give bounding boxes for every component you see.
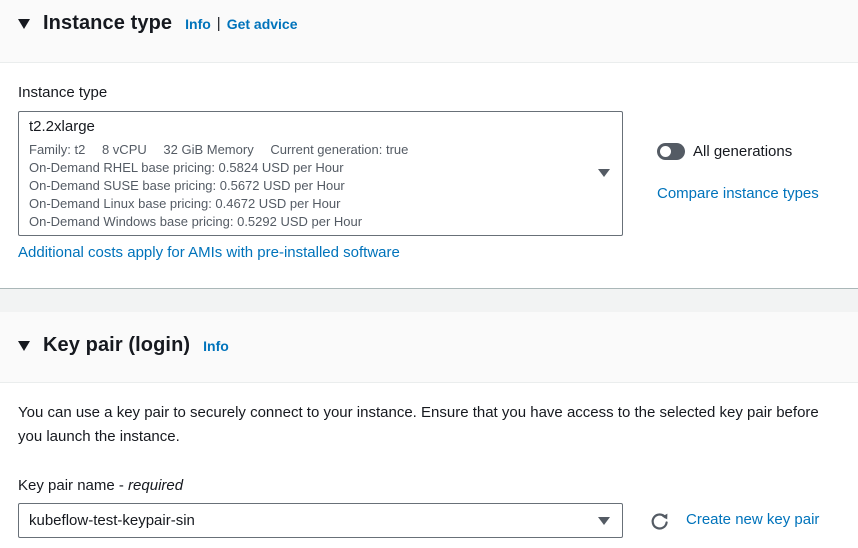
- instance-type-label: Instance type: [18, 84, 108, 101]
- pricing-linux: On-Demand Linux base pricing: 0.4672 USD…: [29, 196, 341, 211]
- additional-costs-link[interactable]: Additional costs apply for AMIs with pre…: [18, 244, 400, 261]
- triangle-down-icon[interactable]: [598, 517, 610, 525]
- key-pair-description: You can use a key pair to securely conne…: [18, 404, 819, 445]
- instance-type-value: t2.2xlarge: [29, 118, 95, 135]
- vcpu: 8 vCPU: [101, 142, 147, 157]
- separator: |: [216, 15, 221, 32]
- key-pair-label-text: Key pair name -: [18, 477, 129, 494]
- section-title-instance-type[interactable]: Instance type: [43, 12, 172, 35]
- caret-down-icon[interactable]: [18, 18, 30, 29]
- pricing-suse: On-Demand SUSE base pricing: 0.5672 USD …: [29, 178, 345, 193]
- required-label: required: [128, 477, 184, 494]
- create-key-pair-link[interactable]: Create new key pair: [686, 511, 819, 528]
- memory: 32 GiB Memory: [163, 142, 254, 157]
- caret-down-icon[interactable]: [18, 340, 30, 351]
- toggle-knob: [660, 146, 671, 157]
- section-gap: [0, 289, 858, 312]
- triangle-down-icon[interactable]: [598, 169, 610, 177]
- generation: Current generation: true: [270, 142, 409, 157]
- info-link[interactable]: Info: [185, 16, 211, 32]
- instance-type-header-row: Instance type Info | Get advice: [18, 12, 298, 35]
- key-pair-value: kubeflow-test-keypair-sin: [29, 512, 195, 529]
- instance-type-specs: Family: t2 8 vCPU 32 GiB Memory Current …: [29, 142, 408, 157]
- family: Family: t2: [29, 142, 86, 157]
- instance-type-select[interactable]: t2.2xlarge Family: t2 8 vCPU 32 GiB Memo…: [18, 111, 623, 236]
- all-generations-label: All generations: [693, 143, 793, 160]
- all-generations-toggle[interactable]: [657, 143, 685, 160]
- key-pair-name-label: Key pair name - required: [18, 477, 183, 494]
- pricing-windows: On-Demand Windows base pricing: 0.5292 U…: [29, 214, 363, 229]
- info-link[interactable]: Info: [203, 338, 229, 354]
- pricing-rhel: On-Demand RHEL base pricing: 0.5824 USD …: [29, 160, 344, 175]
- compare-instance-types-link[interactable]: Compare instance types: [657, 185, 819, 202]
- key-pair-header-row: Key pair (login) Info: [18, 334, 229, 357]
- section-title-key-pair[interactable]: Key pair (login): [43, 334, 190, 357]
- key-pair-select[interactable]: kubeflow-test-keypair-sin: [18, 503, 623, 538]
- refresh-icon[interactable]: [650, 511, 670, 531]
- get-advice-link[interactable]: Get advice: [227, 16, 298, 32]
